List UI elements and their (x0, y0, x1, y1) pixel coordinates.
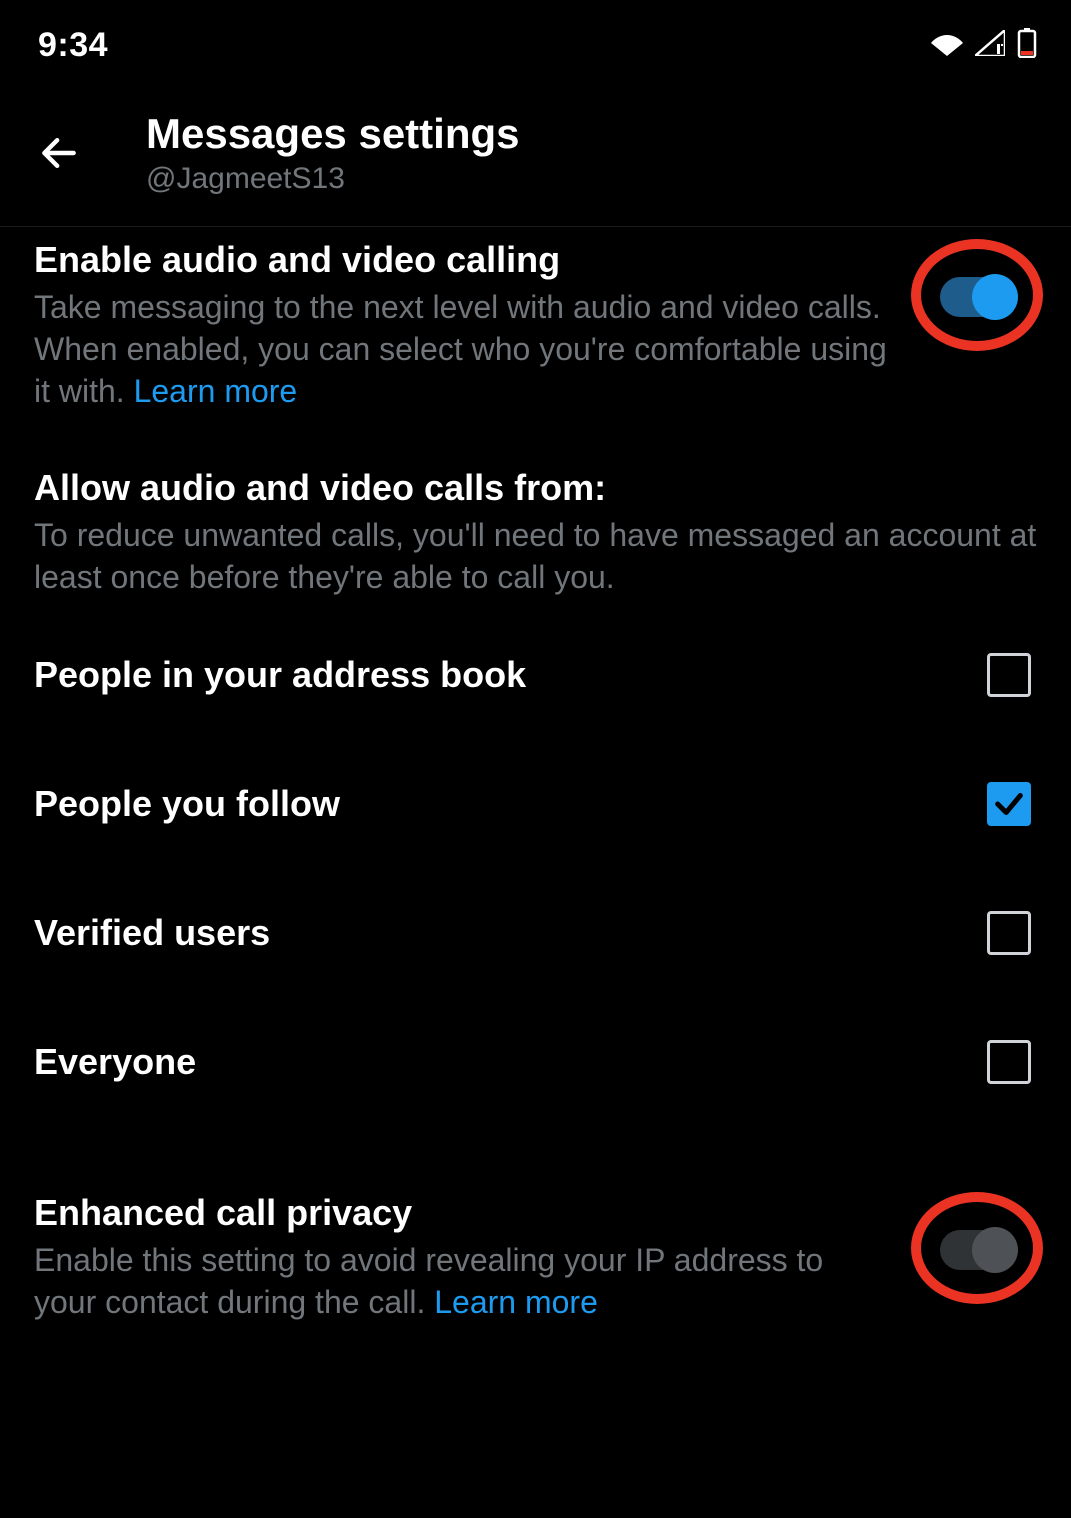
option-address-book[interactable]: People in your address book (34, 610, 1037, 739)
signal-icon (975, 30, 1005, 61)
wifi-icon (931, 30, 963, 61)
option-checkbox[interactable] (987, 1040, 1031, 1084)
option-people-you-follow[interactable]: People you follow (34, 739, 1037, 868)
enhanced-privacy-learn-more-link[interactable]: Learn more (434, 1284, 598, 1320)
enhanced-privacy-desc: Enable this setting to avoid revealing y… (34, 1239, 889, 1323)
option-checkbox[interactable] (987, 911, 1031, 955)
allow-from-title: Allow audio and video calls from: (34, 465, 1037, 510)
option-verified-users[interactable]: Verified users (34, 868, 1037, 997)
option-checkbox[interactable] (987, 782, 1031, 826)
enable-calling-toggle[interactable] (940, 277, 1014, 317)
allow-from-desc: To reduce unwanted calls, you'll need to… (34, 514, 1037, 598)
status-time: 9:34 (38, 26, 108, 65)
option-label: People in your address book (34, 652, 526, 697)
option-everyone[interactable]: Everyone (34, 997, 1037, 1126)
page-title: Messages settings (146, 110, 520, 158)
page-header: Messages settings @JagmeetS13 (0, 82, 1071, 227)
option-checkbox[interactable] (987, 653, 1031, 697)
enable-calling-desc: Take messaging to the next level with au… (34, 286, 889, 413)
setting-allow-from: Allow audio and video calls from: To red… (0, 447, 1071, 610)
enhanced-privacy-toggle[interactable] (940, 1230, 1014, 1270)
enable-calling-title: Enable audio and video calling (34, 237, 889, 282)
option-label: People you follow (34, 781, 340, 826)
back-button[interactable] (34, 128, 84, 178)
page-subtitle: @JagmeetS13 (146, 162, 520, 196)
status-bar: 9:34 (0, 0, 1071, 82)
option-label: Verified users (34, 910, 270, 955)
arrow-left-icon (37, 131, 81, 175)
enhanced-privacy-title: Enhanced call privacy (34, 1190, 889, 1235)
enable-calling-learn-more-link[interactable]: Learn more (134, 373, 298, 409)
setting-enable-calling: Enable audio and video calling Take mess… (0, 227, 1071, 447)
battery-icon (1017, 28, 1037, 63)
allow-from-options: People in your address book People you f… (0, 610, 1071, 1126)
option-label: Everyone (34, 1039, 196, 1084)
setting-enhanced-privacy: Enhanced call privacy Enable this settin… (0, 1126, 1071, 1323)
status-icons (931, 28, 1037, 63)
